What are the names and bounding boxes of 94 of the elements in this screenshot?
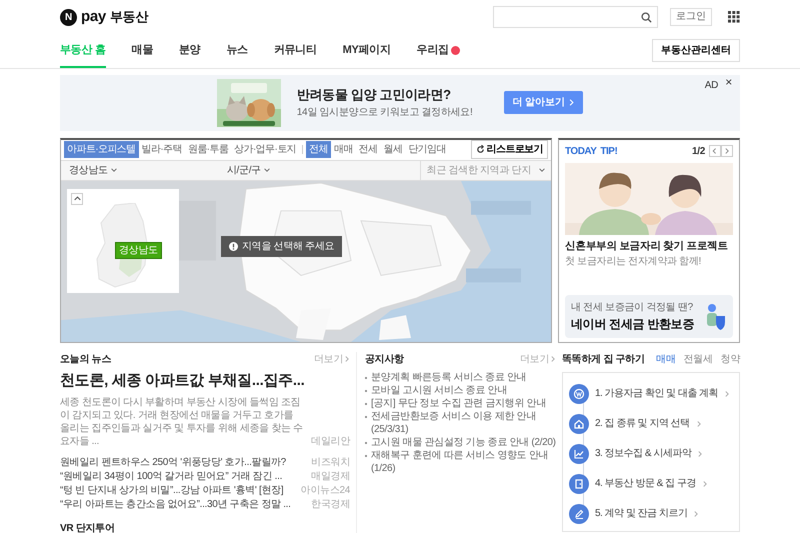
banner-title: 네이버 전세금 반환보증 (571, 316, 694, 332)
deal-type-tab[interactable]: 전체 (306, 141, 331, 158)
guide-tab[interactable]: 전월세 (683, 352, 713, 366)
refresh-icon (476, 145, 485, 154)
nav-tab[interactable]: 분양 (178, 34, 200, 68)
region-tag: 경상남도 (115, 242, 162, 258)
section-title: 똑똑하게 집 구하기 (562, 352, 645, 366)
news-source: 비즈워치 (311, 456, 350, 470)
list-view-button[interactable]: 리스트로보기 (470, 140, 548, 159)
news-link[interactable]: “우리 아파트는 층간소음 없어요”...30년 구축은 정말 ... (60, 498, 291, 512)
news-link[interactable]: 원베일리 펜트하우스 250억 '위풍당당' 호가...팔릴까? (60, 456, 286, 470)
collapse-button[interactable] (71, 192, 83, 204)
notice-link[interactable]: 전세금반환보증 서비스 이용 제한 안내(25/3/31) (371, 410, 556, 436)
notice-link[interactable]: [공지] 무단 정보 수집 관련 금지행위 안내 (371, 396, 556, 410)
money-icon (573, 388, 585, 400)
pencil-icon (573, 508, 585, 520)
house-icon (573, 418, 585, 430)
banner-caption: 내 전세 보증금이 걱정될 땐? (571, 300, 694, 314)
nav-tab[interactable]: MY페이지 (342, 34, 391, 68)
center-button[interactable]: 부동산관리센터 (652, 39, 740, 62)
guide-step[interactable]: 5. 계약 및 잔금 치르기 (569, 498, 735, 528)
chevron-right-icon (724, 148, 730, 154)
news-link[interactable]: “텅 빈 단지내 상가의 비밀”...강남 아파트 '흉벽' [현장] (60, 484, 284, 498)
tip-subtitle: 첫 보금자리는 전자계약과 함께! (565, 255, 702, 270)
news-link[interactable]: “원베일리 34평이 100억 갈거라 믿어요” 거래 잠긴 ... (60, 470, 282, 484)
nav-tab[interactable]: 매물 (132, 34, 153, 68)
ad-banner[interactable]: 반려동물 입양 고민이라면? 14일 임시분양으로 키워보고 결정하세요! 더 알아보기 AD × (60, 74, 740, 130)
news-source: 데일리안 (311, 435, 350, 448)
region-dropdown[interactable]: 경상남도 (61, 162, 117, 178)
search-field[interactable] (493, 6, 658, 28)
chevron-right-icon (344, 356, 350, 362)
tip-label: TODAY (565, 144, 596, 158)
notice-link[interactable]: 분양계획 빠른등록 서비스 종료 안내 (371, 370, 556, 384)
logo-badge[interactable]: N (60, 8, 77, 26)
info-icon (229, 242, 238, 250)
guide-step[interactable]: 2. 집 종류 및 지역 선택 (569, 408, 735, 438)
deal-type-tab[interactable]: 매매 (330, 141, 356, 158)
search-icon[interactable] (641, 12, 652, 22)
news-summary[interactable]: 세종 천도론이 다시 부활하며 부동산 시장에 들썩임 조짐이 감지되고 있다. 거래 현장에선 매물을 거두고 호가를 올리는 집주인들과 실거주 및 투자를 위해 세종을 찾는 수요자들 ... (60, 396, 304, 448)
nav-tab[interactable]: 뉴스 (226, 34, 248, 68)
chevron-right-icon (568, 99, 576, 106)
toast-text: 지역을 선택해 주세요 (242, 240, 334, 254)
section-title: VR 단지투어 (60, 522, 116, 533)
caret-down-icon (539, 167, 545, 173)
chevron-right-icon (550, 356, 556, 362)
close-button[interactable]: × (725, 74, 732, 89)
deal-type-tab[interactable]: 전세 (356, 141, 381, 158)
property-type-tab[interactable]: 빌라·주택 (138, 141, 185, 158)
chevron-right-icon (696, 420, 702, 426)
property-type-tab[interactable]: 원룸·투룸 (184, 141, 232, 158)
chevron-right-icon (697, 450, 704, 456)
chevron-left-icon (712, 148, 718, 154)
deal-type-tab[interactable]: 단기임대 (405, 141, 449, 158)
ad-title: 반려동물 입양 고민이라면? (296, 86, 452, 104)
notice-link[interactable]: 재해복구 훈련에 따른 서비스 영향도 안내(1/26) (371, 448, 556, 474)
section-title: 공지사항 (365, 352, 404, 366)
news-headline[interactable]: 천도론, 세종 아파트값 부채질...집주... (60, 370, 350, 392)
login-button[interactable]: 로그인 (670, 8, 712, 26)
district-dropdown[interactable]: 시/군/구 (226, 162, 270, 178)
deal-type-tab[interactable]: 월세 (380, 141, 406, 158)
caret-down-icon (110, 167, 117, 173)
apps-grid-icon[interactable] (728, 11, 740, 23)
guarantee-banner[interactable]: 내 전세 보증금이 걱정될 땐? 네이버 전세금 반환보증 (565, 294, 733, 338)
notice-link[interactable]: 고시원 매물 관심설정 기능 종료 안내 (2/20) (371, 436, 556, 448)
news-source: 한국경제 (311, 498, 350, 512)
chevron-right-icon (702, 480, 708, 486)
property-type-tab[interactable]: 상가·업무·토지 (231, 141, 300, 158)
chevron-up-icon (74, 195, 80, 202)
news-source: 매일경제 (311, 470, 350, 484)
logo-service[interactable]: 부동산 (110, 7, 148, 27)
property-type-tab[interactable]: 아파트·오피스텔 (64, 141, 139, 158)
caret-down-icon (264, 167, 270, 173)
ad-subtitle: 14일 임시분양으로 키워보고 결정하세요! (296, 106, 472, 120)
guide-tab[interactable]: 매매 (656, 352, 676, 366)
notice-link[interactable]: 모바일 고시원 서비스 종료 안내 (371, 384, 556, 396)
chevron-right-icon (724, 390, 730, 396)
page-counter: 1/2 (692, 144, 705, 158)
next-button[interactable] (721, 145, 733, 157)
chevron-right-icon (693, 510, 700, 516)
tip-title[interactable]: 신혼부부의 보금자리 찾기 프로젝트 (565, 238, 733, 254)
prev-button[interactable] (709, 145, 721, 157)
guide-tab[interactable]: 청약 (720, 352, 740, 366)
tip-label: TIP! (600, 144, 618, 158)
guide-step[interactable]: 3. 정보수집 & 시세파악 (569, 438, 735, 468)
news-source: 아이뉴스24 (300, 484, 350, 498)
guide-step[interactable]: 1. 가용자금 확인 및 대출 계획 (569, 378, 735, 408)
nav-tab[interactable]: 커뮤니티 (274, 34, 317, 68)
ad-label: AD (704, 78, 718, 92)
section-title: 오늘의 뉴스 (60, 352, 111, 366)
chart-icon (573, 448, 585, 460)
guide-step[interactable]: 4. 부동산 방문 & 집 구경 (569, 468, 735, 498)
door-icon (573, 478, 585, 490)
nav-tab[interactable]: 우리집 (416, 34, 460, 68)
logo-brand[interactable]: pay (81, 6, 106, 28)
